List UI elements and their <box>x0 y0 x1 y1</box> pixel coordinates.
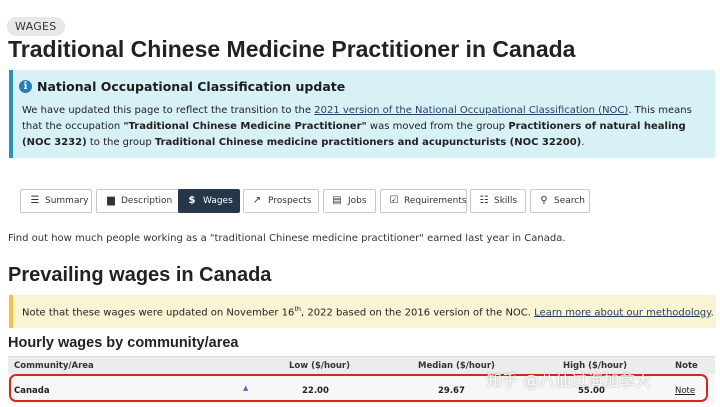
watermark: 知乎 @八仙过海加拿大 <box>486 371 652 390</box>
alert-text: to the group <box>86 137 155 148</box>
note-text-part: . <box>710 307 714 319</box>
note-text-part: , 2022 based on the 2016 version of the … <box>301 307 535 319</box>
tab-search[interactable]: ⚲ Search <box>530 189 590 213</box>
chart-line-icon: ↗ <box>252 195 262 206</box>
tab-skills[interactable]: ☷ Skills <box>470 189 526 213</box>
cell-area: Canada <box>14 386 50 396</box>
page-title: Traditional Chinese Medicine Practitione… <box>8 36 576 62</box>
tasks-icon: ☷ <box>479 195 489 206</box>
dollar-icon: $ <box>188 195 196 206</box>
cell-low: 22.00 <box>302 386 329 396</box>
tab-label: Prospects <box>268 196 312 206</box>
noc-update-alert: i National Occupational Classification u… <box>9 70 715 158</box>
noc-2021-link[interactable]: 2021 version of the National Occupationa… <box>314 105 628 116</box>
header-median: Median ($/hour) <box>418 361 495 371</box>
tab-label: Summary <box>45 196 89 206</box>
alert-title: National Occupational Classification upd… <box>37 79 346 94</box>
header-low: Low ($/hour) <box>289 361 350 371</box>
tab-label: Search <box>554 196 585 206</box>
alert-text: was moved from the group <box>366 121 509 132</box>
note-text-part: Note that these wages were updated on No… <box>22 307 295 319</box>
alert-body: We have updated this page to reflect the… <box>22 103 712 151</box>
info-icon: i <box>19 80 32 93</box>
section-badge: WAGES <box>7 17 65 36</box>
tab-summary[interactable]: ☰ Summary <box>20 189 92 213</box>
tab-label: Skills <box>494 196 518 206</box>
search-icon: ⚲ <box>540 195 548 206</box>
alert-text: We have updated this page to reflect the… <box>22 105 315 116</box>
triangle-up-icon: ▲ <box>243 384 249 392</box>
alert-new-group: Traditional Chinese medicine practitione… <box>154 137 582 148</box>
tab-label: Wages <box>203 196 233 206</box>
prevailing-wages-heading: Prevailing wages in Canada <box>8 264 272 286</box>
hourly-wages-heading: Hourly wages by community/area <box>8 335 239 351</box>
header-note: Note <box>675 361 698 371</box>
alert-occupation: "Traditional Chinese Medicine Practition… <box>123 121 367 132</box>
list-icon: ☰ <box>30 195 40 206</box>
tab-label: Description <box>121 196 173 206</box>
alert-text: . <box>581 137 585 148</box>
tab-label: Requirements <box>404 196 467 206</box>
intro-text: Find out how much people working as a "t… <box>8 233 566 244</box>
cell-median: 29.67 <box>438 386 465 396</box>
newspaper-icon: ▤ <box>332 195 342 206</box>
methodology-link[interactable]: Learn more about our methodology <box>534 307 710 318</box>
row-note-link[interactable]: Note <box>675 386 695 396</box>
tab-jobs[interactable]: ▤ Jobs <box>323 189 376 213</box>
tab-requirements[interactable]: ☑ Requirements <box>380 189 467 213</box>
note-text: Note that these wages were updated on No… <box>22 305 714 318</box>
wage-update-note: Note that these wages were updated on No… <box>9 295 716 328</box>
tab-label: Jobs <box>348 196 367 206</box>
tab-prospects[interactable]: ↗ Prospects <box>243 189 319 213</box>
book-icon: ▆ <box>107 195 115 206</box>
header-community: Community/Area <box>14 361 94 371</box>
tab-wages[interactable]: $ Wages <box>178 189 240 213</box>
checkbox-icon: ☑ <box>389 195 399 206</box>
